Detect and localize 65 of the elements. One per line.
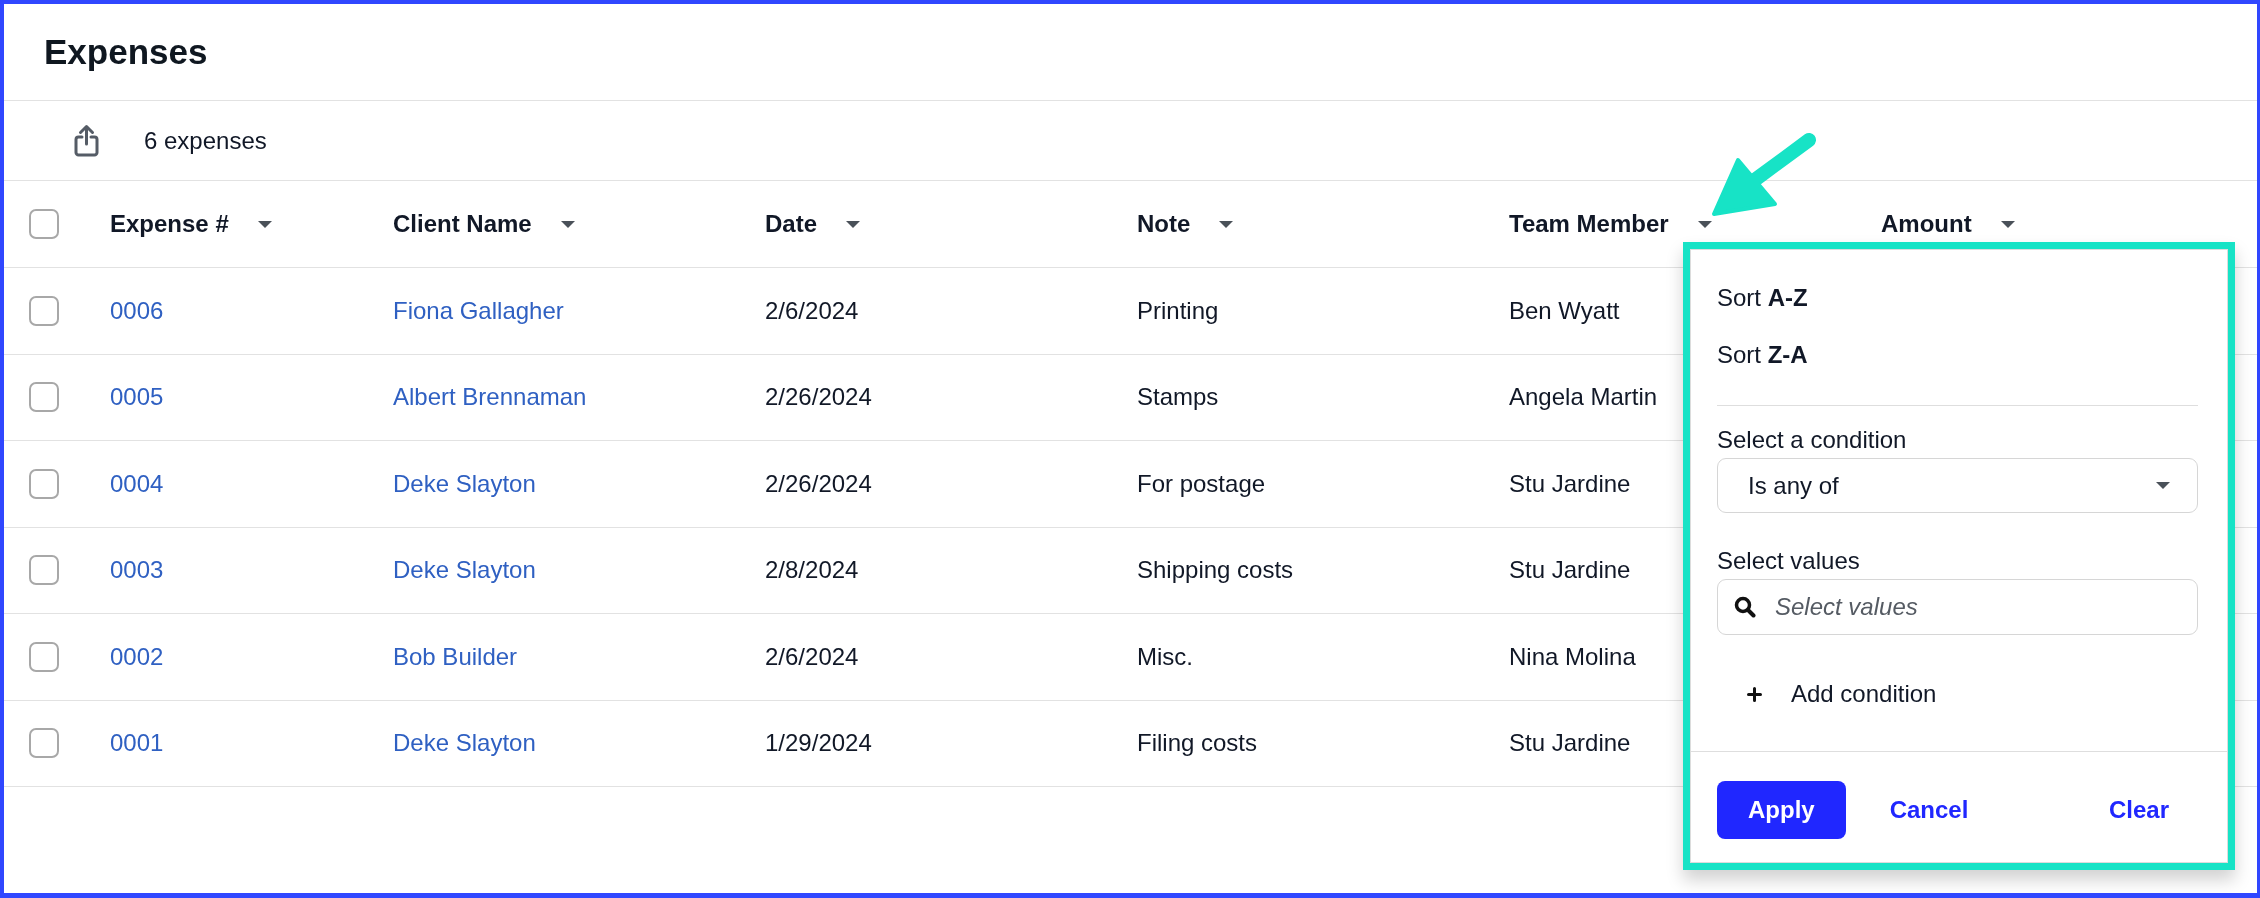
sort-option[interactable]: Sort A-Z: [1717, 269, 2198, 326]
condition-label: Select a condition: [1717, 426, 1908, 454]
date-cell: 2/26/2024: [765, 469, 872, 498]
checkbox[interactable]: [29, 641, 59, 672]
apply-button[interactable]: Apply: [1717, 781, 1846, 839]
caret-down-icon[interactable]: [560, 220, 575, 228]
column-header: Amount: [1881, 210, 1972, 238]
expense-link[interactable]: 0001: [110, 729, 164, 758]
date-cell: 2/6/2024: [765, 296, 859, 325]
client-link[interactable]: Bob Builder: [393, 642, 518, 671]
client-link[interactable]: Deke Slayton: [393, 469, 536, 498]
checkbox[interactable]: [29, 728, 59, 759]
checkbox[interactable]: [29, 382, 59, 413]
date-cell: 1/29/2024: [765, 729, 872, 758]
checkbox[interactable]: [29, 468, 59, 499]
column-header: Expense #: [110, 210, 229, 238]
date-cell: 2/26/2024: [765, 383, 872, 412]
page-title: Expenses: [44, 31, 208, 73]
team-member-cell: Ben Wyatt: [1509, 296, 1620, 325]
column-header: Note: [1137, 210, 1191, 238]
column-header: Client Name: [393, 210, 532, 238]
team-member-cell: Nina Molina: [1509, 642, 1636, 671]
caret-down-icon[interactable]: [1697, 220, 1712, 228]
expense-link[interactable]: 0002: [110, 642, 164, 671]
note-cell: For postage: [1137, 469, 1266, 498]
caret-down-icon: [2156, 482, 2170, 489]
note-cell: Printing: [1137, 296, 1219, 325]
expense-count: 6 expenses: [144, 126, 267, 155]
client-link[interactable]: Deke Slayton: [393, 729, 536, 758]
date-cell: 2/6/2024: [765, 642, 859, 671]
note-cell: Shipping costs: [1137, 556, 1294, 585]
text-button[interactable]: Cancel: [1861, 781, 1997, 839]
column-header: Team Member: [1509, 210, 1669, 238]
note-cell: Misc.: [1137, 642, 1193, 671]
checkbox[interactable]: [29, 295, 59, 326]
values-search-field[interactable]: Select values: [1717, 579, 2198, 635]
expense-link[interactable]: 0003: [110, 556, 164, 585]
text-button[interactable]: Clear: [2080, 781, 2197, 839]
expense-link[interactable]: 0005: [110, 383, 164, 412]
plus-icon: [1747, 686, 1762, 702]
search-icon: [1734, 596, 1756, 618]
sort-option[interactable]: Sort Z-A: [1717, 326, 2198, 383]
condition-select[interactable]: Is any of: [1717, 458, 2198, 513]
caret-down-icon[interactable]: [1219, 220, 1234, 228]
expense-link[interactable]: 0004: [110, 469, 164, 498]
team-member-cell: Stu Jardine: [1509, 469, 1631, 498]
column-header: Date: [765, 210, 818, 238]
caret-down-icon[interactable]: [846, 220, 861, 228]
expense-link[interactable]: 0006: [110, 296, 164, 325]
client-link[interactable]: Albert Brennaman: [393, 383, 587, 412]
caret-down-icon[interactable]: [257, 220, 272, 228]
date-cell: 2/8/2024: [765, 556, 859, 585]
share-icon[interactable]: [74, 124, 99, 157]
values-label: Select values: [1717, 547, 1861, 575]
add-condition-button[interactable]: Add condition: [1717, 664, 1937, 724]
team-member-cell: Stu Jardine: [1509, 729, 1631, 758]
checkbox[interactable]: [29, 555, 59, 586]
client-link[interactable]: Fiona Gallagher: [393, 296, 564, 325]
client-link[interactable]: Deke Slayton: [393, 556, 536, 585]
team-member-cell: Stu Jardine: [1509, 556, 1631, 585]
note-cell: Stamps: [1137, 383, 1219, 412]
note-cell: Filing costs: [1137, 729, 1258, 758]
team-member-cell: Angela Martin: [1509, 383, 1658, 412]
caret-down-icon[interactable]: [2000, 220, 2015, 228]
checkbox[interactable]: [29, 209, 59, 239]
